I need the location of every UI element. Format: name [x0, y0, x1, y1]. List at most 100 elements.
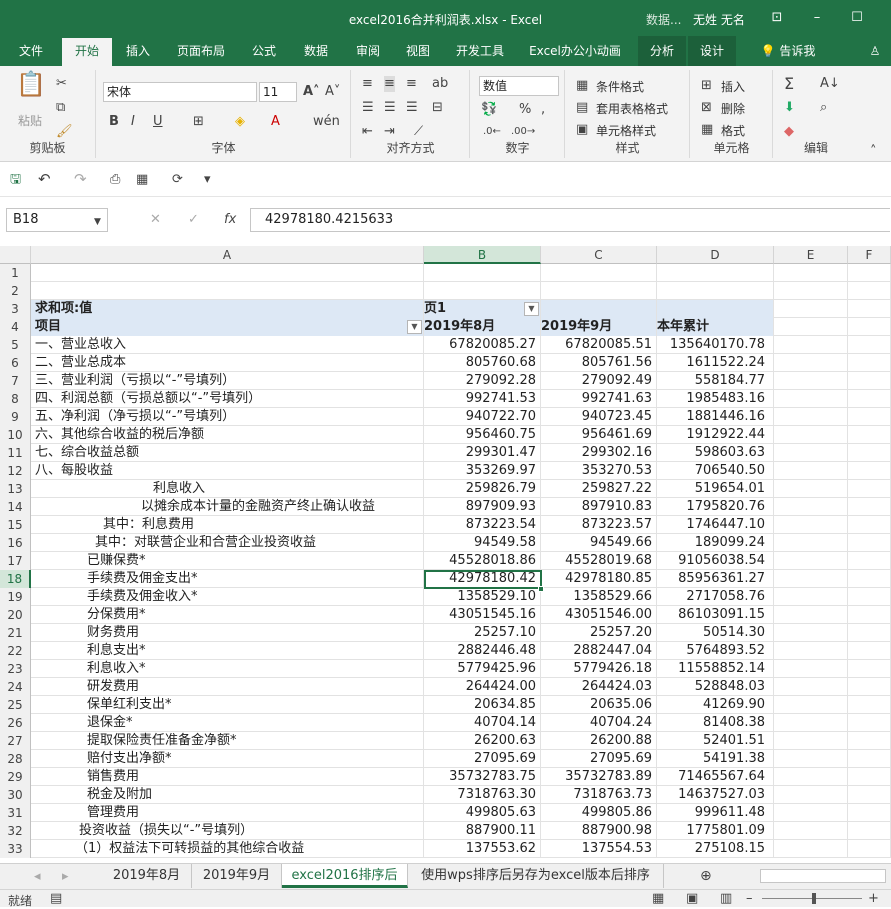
cell-b[interactable]: 264424.00	[424, 678, 541, 696]
row-header[interactable]: 32	[0, 822, 31, 840]
decrease-indent-icon[interactable]: ⇤	[362, 124, 373, 140]
conditional-format-button[interactable]: 条件格式	[596, 78, 644, 95]
row-header[interactable]: 20	[0, 606, 31, 624]
cell-empty[interactable]	[774, 408, 848, 426]
cell-b[interactable]: 20634.85	[424, 696, 541, 714]
cell-d[interactable]: 1795820.76	[657, 498, 774, 516]
paste-label[interactable]: 粘贴	[18, 112, 42, 129]
increase-font-icon[interactable]: A˄	[303, 84, 320, 100]
cell-b[interactable]: 956460.75	[424, 426, 541, 444]
row-header[interactable]: 28	[0, 750, 31, 768]
format-painter-icon[interactable]: 🖌	[56, 124, 73, 140]
maximize-icon[interactable]: ☐	[840, 6, 874, 30]
cell-c[interactable]: 67820085.51	[541, 336, 657, 354]
tab-analyze[interactable]: 分析	[638, 36, 686, 66]
cell-empty[interactable]	[774, 840, 848, 858]
find-icon[interactable]: ⌕	[820, 100, 827, 116]
cell-d[interactable]: 41269.90	[657, 696, 774, 714]
percent-button[interactable]: %	[519, 102, 531, 118]
cut-icon[interactable]: ✂	[56, 76, 67, 92]
cell-d[interactable]: 1985483.16	[657, 390, 774, 408]
cell-b[interactable]: 27095.69	[424, 750, 541, 768]
cell-c[interactable]: 5779426.18	[541, 660, 657, 678]
cell-empty[interactable]	[774, 354, 848, 372]
cell-d[interactable]: 1611522.24	[657, 354, 774, 372]
cell-c[interactable]: 2882447.04	[541, 642, 657, 660]
cell-a[interactable]: 研发费用	[31, 678, 424, 696]
cell-empty[interactable]	[848, 768, 891, 786]
tab-file[interactable]: 文件	[8, 36, 54, 66]
cell-empty[interactable]	[774, 336, 848, 354]
cell-a[interactable]: 以摊余成本计量的金融资产终止确认收益	[31, 498, 424, 516]
cell-c[interactable]	[541, 282, 657, 300]
cell-a[interactable]	[31, 282, 424, 300]
row-header[interactable]: 1	[0, 264, 31, 282]
row-header[interactable]: 31	[0, 804, 31, 822]
sheet-tab-sep[interactable]: 2019年9月	[192, 864, 282, 888]
tab-insert[interactable]: 插入	[116, 36, 160, 66]
cell-empty[interactable]	[774, 588, 848, 606]
cancel-icon[interactable]: ✕	[150, 212, 161, 228]
cell-empty[interactable]	[848, 750, 891, 768]
cell-a[interactable]: 利息收入	[31, 480, 424, 498]
tab-home[interactable]: 开始	[62, 38, 112, 66]
cell-empty[interactable]	[774, 624, 848, 642]
horizontal-scrollbar[interactable]	[760, 869, 886, 883]
cell-empty[interactable]	[848, 804, 891, 822]
row-header[interactable]: 8	[0, 390, 31, 408]
align-top-icon[interactable]: ≡	[362, 76, 373, 92]
cell-b[interactable]: 940722.70	[424, 408, 541, 426]
cell-empty[interactable]	[848, 678, 891, 696]
print-preview-icon[interactable]: ⎙	[110, 172, 120, 188]
tab-review[interactable]: 审阅	[346, 36, 390, 66]
decrease-font-icon[interactable]: A˅	[325, 84, 340, 100]
cell-empty[interactable]	[774, 732, 848, 750]
sort-filter-icon[interactable]: A↓	[820, 76, 840, 92]
cell-a[interactable]: 退保金*	[31, 714, 424, 732]
row-header[interactable]: 10	[0, 426, 31, 444]
align-left-icon[interactable]: ☰	[362, 100, 374, 116]
cell-b[interactable]: 35732783.75	[424, 768, 541, 786]
cell-empty[interactable]	[848, 516, 891, 534]
cell-c[interactable]: 1358529.66	[541, 588, 657, 606]
cell-empty[interactable]	[848, 732, 891, 750]
cell-a[interactable]: 利息收入*	[31, 660, 424, 678]
cell-c[interactable]: 43051546.00	[541, 606, 657, 624]
cell-c[interactable]: 956461.69	[541, 426, 657, 444]
cell-b[interactable]: 7318763.30	[424, 786, 541, 804]
tell-me[interactable]: 💡 告诉我	[748, 36, 828, 66]
cell-b[interactable]: 40704.14	[424, 714, 541, 732]
cell-empty[interactable]	[774, 390, 848, 408]
column-header-a[interactable]: A	[31, 246, 424, 264]
cell-b[interactable]: 94549.58	[424, 534, 541, 552]
cell-c[interactable]: 805761.56	[541, 354, 657, 372]
cell-b[interactable]: 43051545.16	[424, 606, 541, 624]
cell-c[interactable]: 299302.16	[541, 444, 657, 462]
cell-a[interactable]: 提取保险责任准备金净额*	[31, 732, 424, 750]
row-header[interactable]: 9	[0, 408, 31, 426]
cell-d[interactable]: 71465567.64	[657, 768, 774, 786]
tab-data[interactable]: 数据	[294, 36, 338, 66]
cell-empty[interactable]	[774, 318, 848, 336]
cell-a[interactable]: 手续费及佣金支出*	[31, 570, 424, 588]
user-name[interactable]: 无姓 无名	[693, 11, 745, 28]
cell-b[interactable]: 2882446.48	[424, 642, 541, 660]
cell-d[interactable]: 50514.30	[657, 624, 774, 642]
cell-a[interactable]: 财务费用	[31, 624, 424, 642]
page-filter-dropdown-icon[interactable]: ▼	[524, 302, 539, 316]
cell-c[interactable]: 45528019.68	[541, 552, 657, 570]
cell-a[interactable]: 保单红利支出*	[31, 696, 424, 714]
cell-empty[interactable]	[774, 822, 848, 840]
cell-b[interactable]: 137553.62	[424, 840, 541, 858]
row-header[interactable]: 19	[0, 588, 31, 606]
redo-icon[interactable]: ↷	[74, 171, 87, 187]
page-layout-view-icon[interactable]: ▣	[686, 891, 698, 907]
cell-empty[interactable]	[848, 300, 891, 318]
row-header[interactable]: 4	[0, 318, 31, 336]
cell-c[interactable]: 7318763.73	[541, 786, 657, 804]
minimize-icon[interactable]: –	[800, 6, 834, 30]
cell-empty[interactable]	[774, 372, 848, 390]
cell-empty[interactable]	[774, 750, 848, 768]
row-label-filter-dropdown-icon[interactable]: ▼	[407, 320, 422, 334]
tab-design[interactable]: 设计	[688, 36, 736, 66]
